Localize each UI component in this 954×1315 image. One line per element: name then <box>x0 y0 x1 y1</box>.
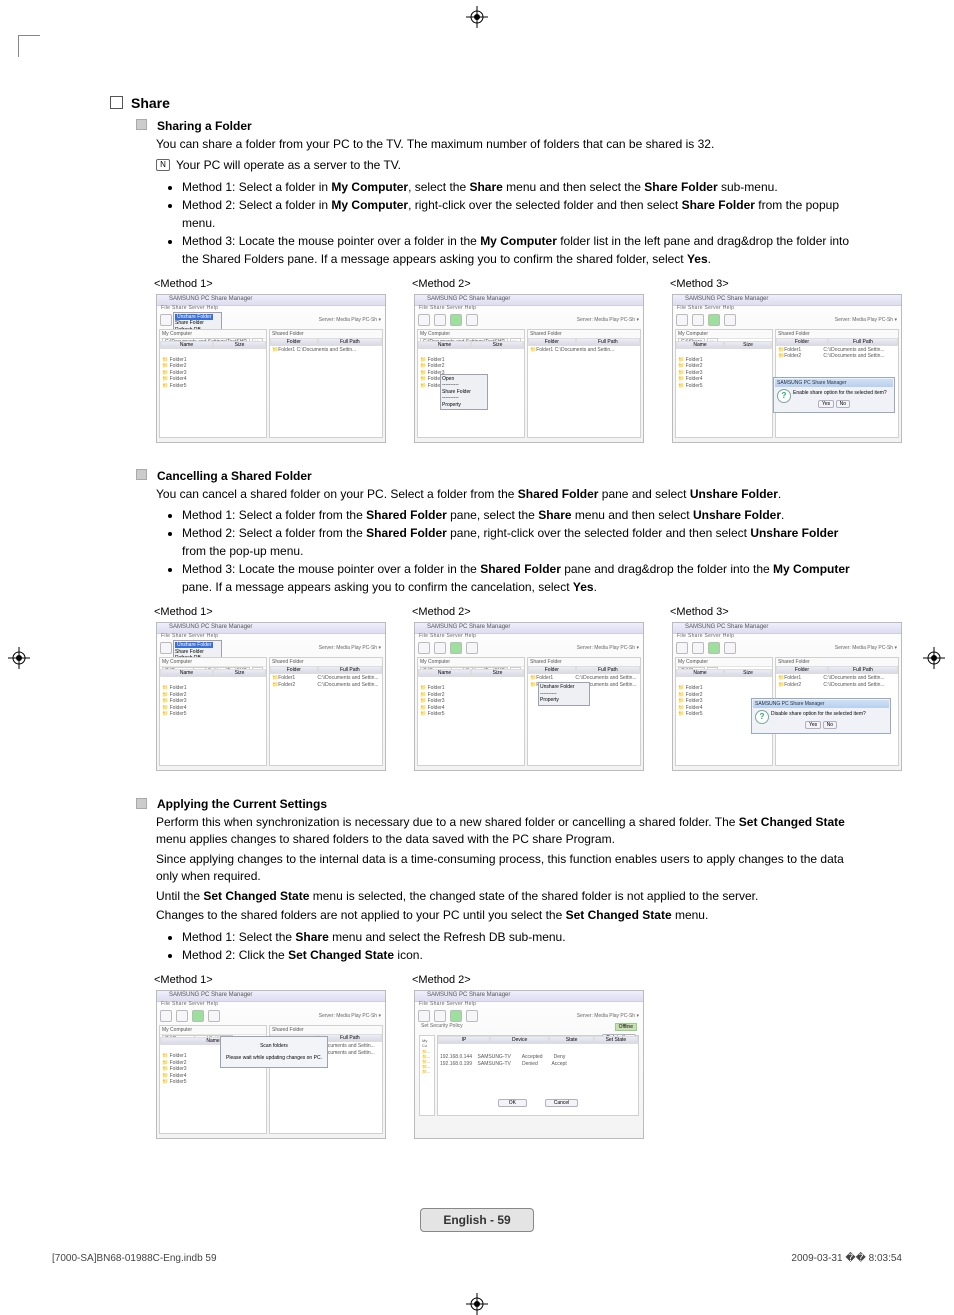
body-text: You can cancel a shared folder on your P… <box>156 486 864 503</box>
caption: <Method 2> <box>412 278 644 290</box>
screenshot-row: <Method 1> SAMSUNG PC Share Manager File… <box>156 278 864 443</box>
doc-metadata: [7000-SA]BN68-01988C-Eng.indb 59 2009-03… <box>52 1253 902 1264</box>
list-item: Method 1: Select a folder in My Computer… <box>182 178 864 196</box>
body-text: Until the Set Changed State menu is sele… <box>156 888 864 905</box>
caption: <Method 1> <box>154 974 386 986</box>
list-item: Method 3: Locate the mouse pointer over … <box>182 232 864 268</box>
progress-dialog: Scan folders Please wait while updating … <box>220 1036 328 1068</box>
screenshot-row: <Method 1> SAMSUNG PC Share Manager File… <box>156 606 864 771</box>
list-item: Method 1: Select a folder from the Share… <box>182 506 864 524</box>
caption: <Method 1> <box>154 606 386 618</box>
body-text: You can share a folder from your PC to t… <box>156 136 864 153</box>
screenshot: SAMSUNG PC Share Manager File Share Serv… <box>414 622 644 771</box>
rows: 📁Folder1 C:\\Documents and Settin... 📁Fo… <box>776 346 898 361</box>
square-icon <box>136 469 147 480</box>
screenshot: SAMSUNG PC Share Manager File Share Serv… <box>672 294 902 443</box>
subhead-sharing: Sharing a Folder <box>136 119 864 133</box>
note-text: Your PC will operate as a server to the … <box>176 158 401 172</box>
list-item: Method 2: Select a folder from the Share… <box>182 524 864 560</box>
dialog: SAMSUNG PC Share Manager ? Enable share … <box>773 377 895 413</box>
screenshot: SAMSUNG PC Share Manager File Share Serv… <box>672 622 902 771</box>
subhead-apply: Applying the Current Settings <box>136 797 864 811</box>
meta-right: 2009-03-31 �� 8:03:54 <box>791 1253 902 1264</box>
square-icon <box>136 798 147 809</box>
screenshot-row: <Method 1> SAMSUNG PC Share Manager File… <box>156 974 864 1139</box>
server-label: Server: Media Play PC-Sh ▾ <box>319 317 381 323</box>
square-icon <box>110 96 123 109</box>
caption: <Method 3> <box>670 278 902 290</box>
caption: <Method 1> <box>154 278 386 290</box>
body-text: Changes to the shared folders are not ap… <box>156 907 864 924</box>
caption: <Method 3> <box>670 606 902 618</box>
list-item: Method 2: Click the Set Changed State ic… <box>182 946 864 964</box>
body-text: Perform this when synchronization is nec… <box>156 814 864 848</box>
screenshot: SAMSUNG PC Share Manager File Share Serv… <box>156 622 386 771</box>
context-menu: Unshare Folder ---------- Property <box>538 682 590 706</box>
screenshot: SAMSUNG PC Share Manager File Share Serv… <box>414 990 644 1139</box>
subhead-cancel: Cancelling a Shared Folder <box>136 469 864 483</box>
methods-list: Method 1: Select the Share menu and sele… <box>182 928 864 964</box>
list-item: Method 3: Locate the mouse pointer over … <box>182 560 864 596</box>
caption: <Method 2> <box>412 606 644 618</box>
meta-left: [7000-SA]BN68-01988C-Eng.indb 59 <box>52 1253 217 1264</box>
list-item: Method 1: Select the Share menu and sele… <box>182 928 864 946</box>
context-menu: Open ---------- Share Folder ---------- … <box>440 374 488 411</box>
methods-list: Method 1: Select a folder from the Share… <box>182 506 864 596</box>
methods-list: Method 1: Select a folder in My Computer… <box>182 178 864 268</box>
ok-button: OK <box>498 1099 527 1107</box>
page-number: English - 59 <box>420 1208 533 1232</box>
screenshot: SAMSUNG PC Share Manager File Share Serv… <box>156 990 386 1139</box>
app-title: SAMSUNG PC Share Manager <box>169 296 252 302</box>
subhead-label: Applying the Current Settings <box>157 797 327 811</box>
section-title: Share <box>131 95 170 111</box>
subhead-label: Cancelling a Shared Folder <box>157 469 312 483</box>
body-text: Since applying changes to the internal d… <box>156 851 864 885</box>
square-icon <box>136 119 147 130</box>
screenshot: SAMSUNG PC Share Manager File Share Serv… <box>414 294 644 443</box>
page-footer: English - 59 <box>0 1208 954 1232</box>
tree: 📁 Folder1 📁 Folder2 📁 Folder3 📁 Folder4 … <box>160 356 266 391</box>
yes-button: Yes <box>818 400 834 408</box>
screenshot: SAMSUNG PC Share Manager File Share Serv… <box>156 294 386 443</box>
subhead-label: Sharing a Folder <box>157 119 252 133</box>
note-icon: N <box>156 159 170 171</box>
cancel-button: Cancel <box>545 1099 579 1107</box>
list-item: Method 2: Select a folder in My Computer… <box>182 196 864 232</box>
note-line: N Your PC will operate as a server to the… <box>156 157 864 174</box>
no-button: No <box>836 400 850 408</box>
caption: <Method 2> <box>412 974 644 986</box>
section-share: Share <box>110 95 864 111</box>
row: 📁Folder1 C:\Documents and Settin... <box>270 346 382 355</box>
dialog: SAMSUNG PC Share Manager ? Disable share… <box>751 698 891 734</box>
registration-mark-icon <box>466 1293 488 1315</box>
